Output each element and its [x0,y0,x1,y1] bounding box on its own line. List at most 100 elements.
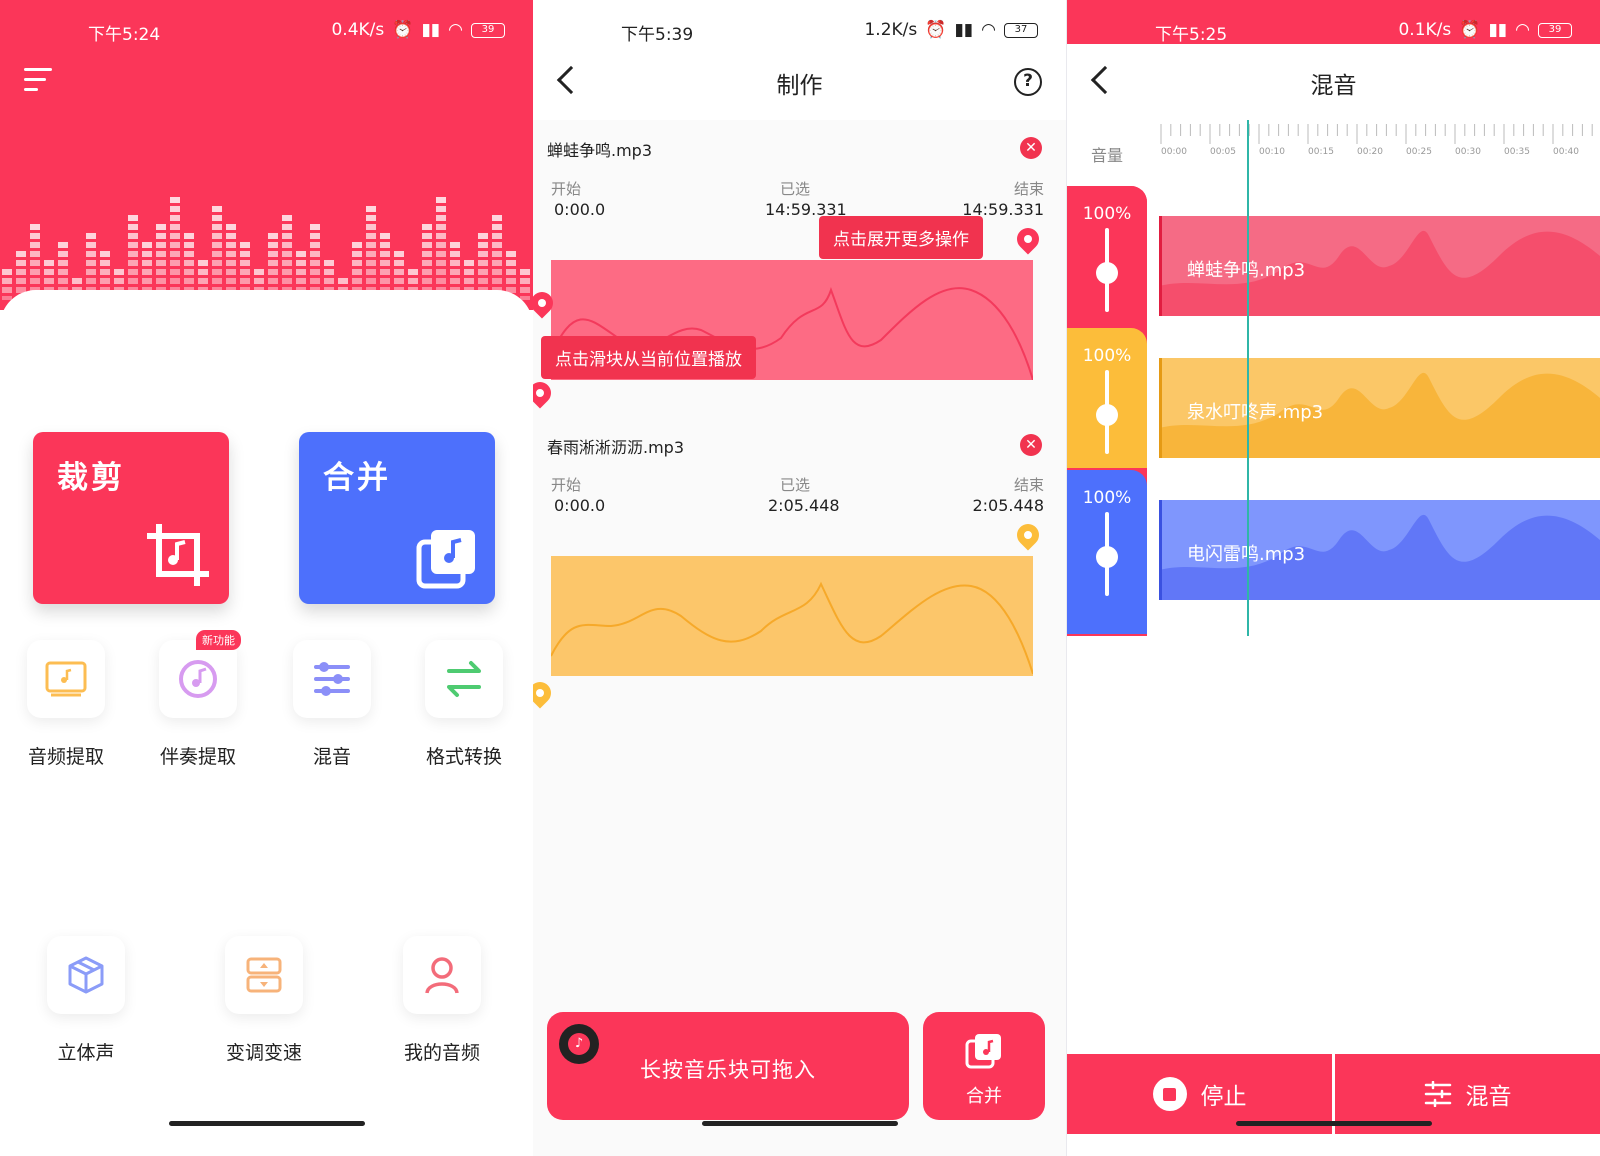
signal-icon: ▮▮ [1488,20,1508,40]
ruler-tick-label: 00:40 [1553,147,1579,157]
track-1-name: 蝉蛙争鸣.mp3 [547,141,653,160]
end-handle-pin[interactable] [1012,223,1044,255]
tool-pitch-speed[interactable]: 变调变速 [222,936,306,1065]
remove-track-1-icon[interactable]: ✕ [1020,137,1042,159]
ruler-tick-label: 00:30 [1455,147,1481,157]
ruler-tick-label: 00:25 [1406,147,1432,157]
track-2-name: 泉水叮咚声.mp3 [1187,402,1324,423]
cube-icon [47,936,125,1014]
playhead-line[interactable] [1247,120,1249,636]
merge-button[interactable]: 合并 [923,1012,1045,1120]
home-indicator [701,1121,898,1126]
volume-3-value: 100% [1082,488,1132,508]
pitch-speed-icon [225,936,303,1014]
new-feature-badge: 新功能 [196,630,241,650]
volume-slider-2[interactable]: 100% [1067,328,1147,468]
end-label: 结束 [1013,180,1044,198]
home-header: 下午5:24 0.4K/s ⏰ ▮▮ ◠ 39 [0,0,533,310]
tip-play-from-slider: 点击滑块从当前位置播放 [541,336,756,379]
tool-mixer[interactable]: 混音 [290,640,374,769]
mix-track-1[interactable]: 蝉蛙争鸣.mp3 [1159,216,1600,316]
slider-knob[interactable] [1096,262,1118,284]
tool-pitch-speed-label: 变调变速 [225,1042,302,1064]
remove-track-2-icon[interactable]: ✕ [1020,434,1042,456]
menu-icon[interactable] [24,68,54,94]
alarm-icon: ⏰ [392,20,414,40]
page-title: 混音 [1310,73,1357,99]
mix-track-2[interactable]: 泉水叮咚声.mp3 [1159,358,1600,458]
network-speed: 0.1K/s [1398,20,1452,40]
status-time: 下午5:39 [621,25,694,45]
tool-my-audio[interactable]: 我的音频 [400,936,484,1065]
status-bar: 下午5:39 1.2K/s ⏰ ▮▮ ◠ 37 [533,0,1066,60]
tool-format-convert[interactable]: 格式转换 [422,640,506,769]
merge-music-icon [965,1034,1001,1069]
volume-label: 音量 [1091,146,1124,165]
stop-label: 停止 [1200,1084,1247,1110]
end-handle-pin[interactable] [1012,519,1044,551]
start-label: 开始 [551,180,582,198]
merge-button-label: 合并 [966,1086,1002,1107]
merge-card[interactable]: 合并 [299,432,495,604]
ruler-tick-label: 00:15 [1308,147,1334,157]
make-header: 下午5:39 1.2K/s ⏰ ▮▮ ◠ 37 制作 ? [533,0,1066,120]
battery-icon: 37 [1004,22,1038,38]
tool-my-audio-label: 我的音频 [403,1042,480,1064]
alarm-icon: ⏰ [1459,20,1481,40]
crop-music-icon [147,524,209,586]
ruler-tick-label: 00:20 [1357,147,1383,157]
selected-value: 2:05.448 [768,496,840,515]
crop-card[interactable]: 裁剪 [33,432,229,604]
volume-slider-3[interactable]: 100% [1067,470,1147,634]
tool-accompaniment[interactable]: 新功能 伴奏提取 [156,630,241,769]
convert-arrows-icon [425,640,503,718]
tool-accompaniment-label: 伴奏提取 [159,746,236,768]
start-value: 0:00.0 [554,496,606,515]
alarm-icon: ⏰ [925,20,947,40]
page-title: 制作 [776,73,823,99]
volume-1-value: 100% [1082,204,1132,224]
mixer-sliders-icon [1424,1081,1451,1107]
merge-music-icon [416,530,475,589]
network-speed: 0.4K/s [331,20,385,40]
ruler-tick-label: 00:00 [1161,147,1187,157]
start-value: 0:00.0 [554,200,606,219]
selected-label: 已选 [780,180,811,198]
track-2-waveform[interactable] [551,556,1033,676]
ruler-tick-label: 00:05 [1210,147,1236,157]
tool-stereo[interactable]: 立体声 [44,936,128,1065]
start-label: 开始 [551,476,582,494]
help-icon[interactable]: ? [1014,68,1042,96]
tool-audio-extract[interactable]: 音频提取 [24,640,108,769]
tip-expand-more: 点击展开更多操作 [819,216,983,259]
tool-stereo-label: 立体声 [57,1042,115,1064]
mix-label: 混音 [1465,1084,1512,1110]
tool-mixer-label: 混音 [312,746,351,768]
volume-slider-1[interactable]: 100% [1067,186,1147,326]
drag-hint-text: 长按音乐块可拖入 [640,1058,816,1082]
audio-extract-icon [27,640,105,718]
mix-track-3[interactable]: 电闪雷鸣.mp3 [1159,500,1600,600]
ruler-tick-label: 00:10 [1259,147,1285,157]
stop-icon [1152,1077,1187,1111]
status-time: 下午5:24 [88,25,161,45]
wifi-icon: ◠ [981,20,996,40]
slider-knob[interactable] [1096,546,1118,568]
mixer-sliders-icon [293,640,371,718]
start-handle-pin[interactable] [533,677,556,709]
selected-label: 已选 [780,476,811,494]
end-label: 结束 [1013,476,1044,494]
time-ruler[interactable]: 00:00 00:05 00:10 00:15 00:20 00:25 00:30 00:35… [1159,122,1600,162]
playhead-pin[interactable] [533,377,556,409]
home-indicator [1235,1121,1432,1126]
slider-knob[interactable] [1096,404,1118,426]
home-screen: 下午5:24 0.4K/s ⏰ ▮▮ ◠ 39 裁剪 合并 音频提取 新功能 伴… [0,0,533,1156]
crop-card-label: 裁剪 [57,460,125,496]
network-speed: 1.2K/s [864,20,918,40]
user-icon [403,936,481,1014]
drag-hint-bar[interactable]: ♪ 长按音乐块可拖入 [547,1012,909,1120]
status-bar: 下午5:24 0.4K/s ⏰ ▮▮ ◠ 39 [0,0,533,60]
status-time: 下午5:25 [1155,25,1228,45]
merge-card-label: 合并 [323,460,391,496]
wifi-icon: ◠ [448,20,463,40]
